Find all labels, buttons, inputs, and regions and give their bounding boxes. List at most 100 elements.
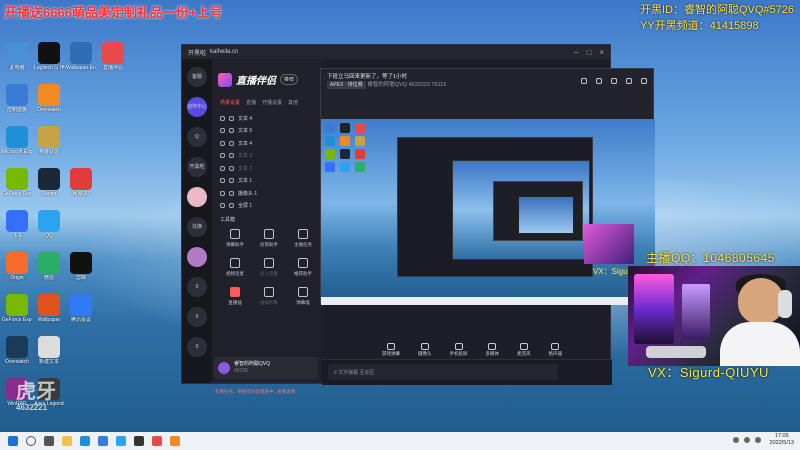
layer-row[interactable]: 文本 2: [220, 162, 322, 175]
layer-row[interactable]: 文本 4: [220, 112, 322, 125]
tab-0[interactable]: 场景设置: [220, 99, 240, 106]
toolbar-button[interactable]: 扬声器: [549, 343, 562, 357]
tool-button[interactable]: 弹幕墙: [286, 287, 320, 306]
desktop-icon[interactable]: 直播伴侣: [98, 42, 128, 80]
toolbar-button[interactable]: 摄像头: [418, 343, 432, 357]
tool-button[interactable]: 推荐助手: [286, 258, 320, 277]
tool-button[interactable]: 房管助手: [252, 229, 286, 248]
app-badge[interactable]: 推荐: [280, 74, 299, 85]
eye-icon[interactable]: [220, 115, 225, 121]
desktop-icon[interactable]: Logitech G HUB: [34, 42, 64, 80]
desktop-icon[interactable]: 微信: [34, 252, 64, 290]
tool-button[interactable]: 虚拟形象: [252, 287, 286, 306]
desktop-icon[interactable]: Overwatch: [34, 84, 64, 122]
minimize-icon[interactable]: –: [574, 48, 578, 57]
tool-button[interactable]: 弹幕助手: [218, 229, 252, 248]
toolbar-button[interactable]: 游戏弹幕: [382, 343, 400, 357]
store-icon[interactable]: [98, 436, 108, 446]
rail-avatar[interactable]: [187, 187, 207, 207]
gift-icon[interactable]: [596, 78, 602, 84]
network-icon[interactable]: [732, 437, 739, 443]
layer-row[interactable]: 文本 3: [220, 150, 322, 163]
layer-row[interactable]: 全屏 1: [220, 200, 322, 213]
app-icon[interactable]: [170, 436, 180, 446]
search-icon[interactable]: [26, 436, 36, 446]
eye-icon[interactable]: [220, 190, 225, 196]
desktop-icon[interactable]: 飞书: [2, 210, 32, 248]
rail-item[interactable]: 客服: [187, 67, 207, 87]
clock[interactable]: 17:05 2022/5/13: [770, 433, 794, 447]
rail-item[interactable]: 兑换: [187, 217, 207, 237]
layer-row[interactable]: 文本 1: [220, 175, 322, 188]
settings-icon[interactable]: [611, 78, 617, 84]
rail-item[interactable]: 开黑啦: [187, 157, 207, 177]
lock-icon[interactable]: [229, 128, 234, 134]
chat-input[interactable]: # 文字弹幕 互动区: [328, 364, 558, 380]
bell-icon[interactable]: [626, 78, 632, 84]
toolbar-button[interactable]: 多媒体: [486, 343, 499, 357]
desktop-icon[interactable]: Origin: [2, 252, 32, 290]
close-icon[interactable]: ×: [599, 48, 604, 57]
toolbar-button[interactable]: 麦克风: [517, 343, 531, 357]
rail-avatar[interactable]: [187, 247, 207, 267]
lock-icon[interactable]: [229, 115, 234, 121]
category-tag[interactable]: APEX · 排位赛: [327, 81, 366, 89]
desktop-icon[interactable]: 控制面板: [2, 84, 32, 122]
rail-item[interactable]: 0: [187, 307, 207, 327]
rail-item[interactable]: 0: [187, 337, 207, 357]
layer-row[interactable]: 摄像头 1: [220, 187, 322, 200]
desktop-icon[interactable]: GeForce Experience: [2, 294, 32, 332]
lock-icon[interactable]: [229, 153, 234, 159]
app-icon[interactable]: [116, 436, 126, 446]
desktop-icon[interactable]: 新建文本: [34, 336, 64, 374]
desktop-icon[interactable]: GeForce Experience: [2, 168, 32, 206]
desktop-icon[interactable]: Wallpaper: [34, 294, 64, 332]
tab-3[interactable]: 其他: [288, 99, 298, 106]
tool-button[interactable]: 主播任务: [286, 229, 320, 248]
eye-icon[interactable]: [220, 153, 225, 159]
edge-icon[interactable]: [80, 436, 90, 446]
desktop-icon[interactable]: 剪映: [66, 252, 96, 290]
eye-icon[interactable]: [220, 165, 225, 171]
share-icon[interactable]: [581, 78, 587, 84]
eye-icon[interactable]: [220, 178, 225, 184]
desktop-icon[interactable]: 英雄联盟: [34, 126, 64, 164]
layer-row[interactable]: 文本 4: [220, 137, 322, 150]
desktop-icon[interactable]: Microsoft Edge: [2, 126, 32, 164]
eye-icon[interactable]: [220, 128, 225, 134]
eye-icon[interactable]: [220, 203, 225, 209]
ime-icon[interactable]: [754, 437, 761, 443]
desktop-icon[interactable]: 此电脑: [2, 42, 32, 80]
lock-icon[interactable]: [229, 203, 234, 209]
maximize-icon[interactable]: □: [586, 48, 591, 57]
expand-icon[interactable]: [641, 78, 647, 84]
tool-button[interactable]: 多人连麦: [252, 258, 286, 277]
lock-icon[interactable]: [229, 178, 234, 184]
desktop-icon[interactable]: 网易UU: [66, 168, 96, 206]
start-icon[interactable]: [8, 436, 18, 446]
tool-button[interactable]: 直播插: [218, 287, 252, 306]
rail-item[interactable]: Q: [187, 127, 207, 147]
desktop-icon[interactable]: Wallpaper Engine: [66, 42, 96, 80]
desktop-icon[interactable]: QQ: [34, 210, 64, 248]
tab-1[interactable]: 直播: [246, 99, 256, 106]
app-icon[interactable]: [152, 436, 162, 446]
layer-row[interactable]: 文本 5: [220, 125, 322, 138]
eye-icon[interactable]: [220, 140, 225, 146]
lock-icon[interactable]: [229, 140, 234, 146]
explorer-icon[interactable]: [62, 436, 72, 446]
desktop-icon[interactable]: Steam: [34, 168, 64, 206]
lock-icon[interactable]: [229, 190, 234, 196]
tab-2[interactable]: 开播设置: [262, 99, 282, 106]
toolbar-button[interactable]: 手机投屏: [450, 343, 468, 357]
profile-card[interactable]: 睿智的阿聪QVQ #5726: [214, 357, 318, 379]
lock-icon[interactable]: [229, 165, 234, 171]
volume-icon[interactable]: [743, 437, 750, 443]
desktop-icon[interactable]: 腾讯会议: [66, 294, 96, 332]
rail-item[interactable]: 创作中心: [187, 97, 207, 117]
tool-button[interactable]: 视频连麦: [218, 258, 252, 277]
taskview-icon[interactable]: [44, 436, 54, 446]
app-icon[interactable]: [134, 436, 144, 446]
rail-item[interactable]: 0: [187, 277, 207, 297]
desktop-icon[interactable]: Overwatch: [2, 336, 32, 374]
